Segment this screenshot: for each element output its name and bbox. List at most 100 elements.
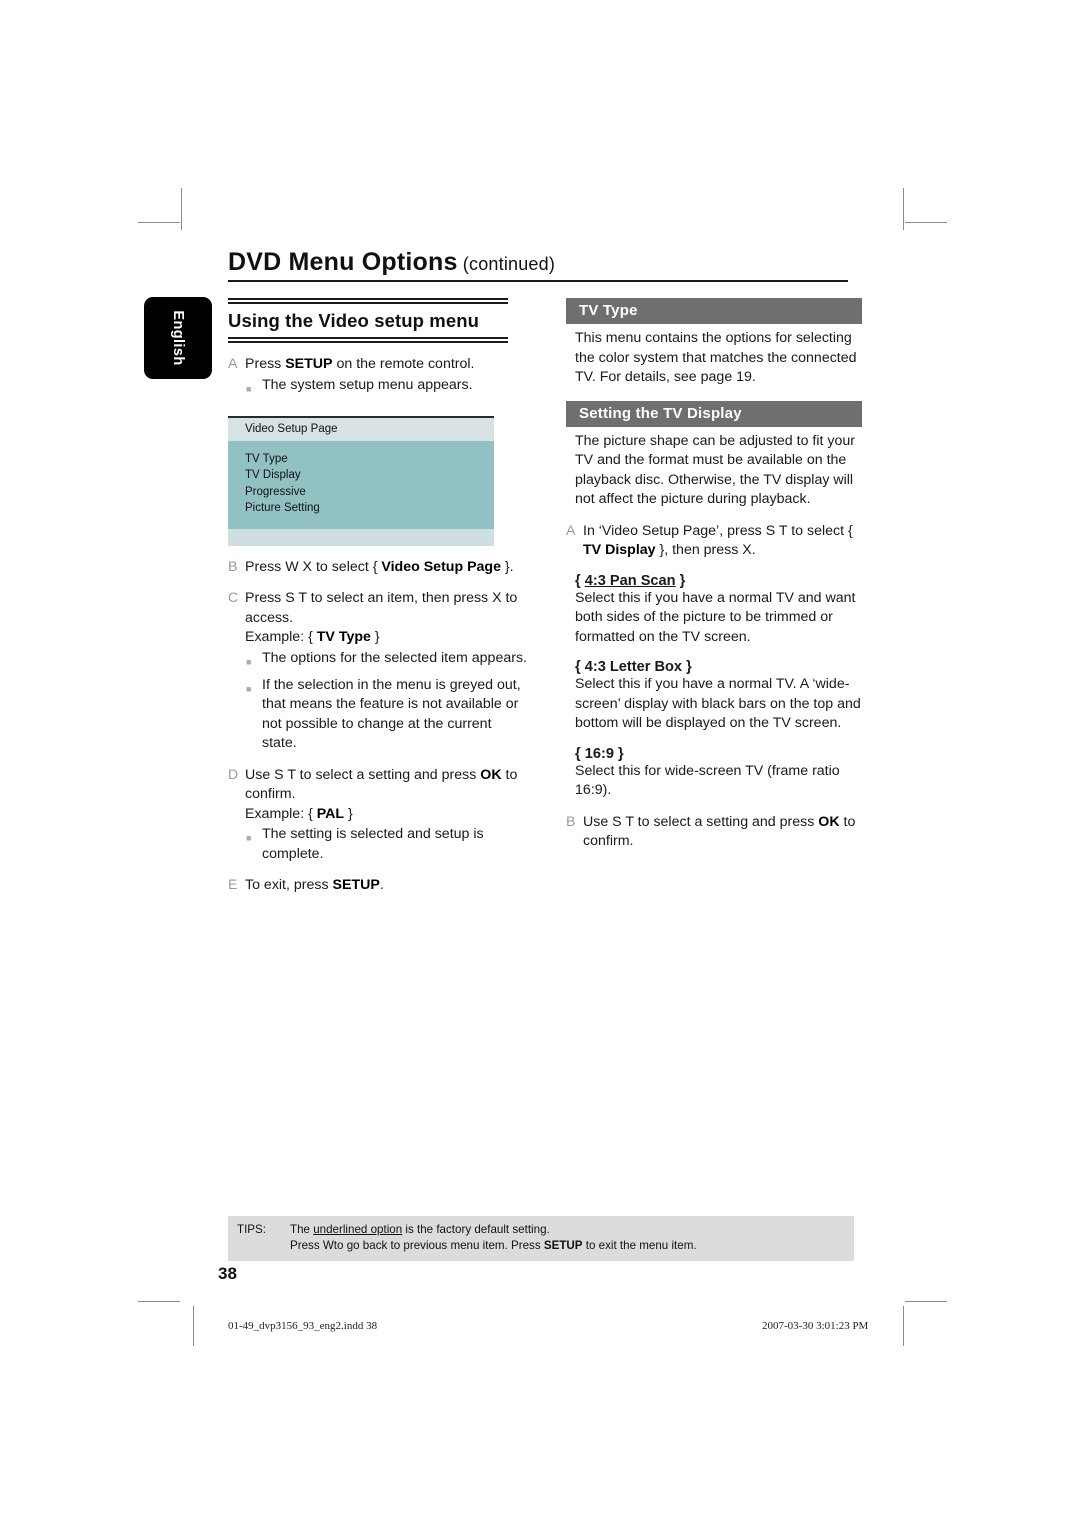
bullet-a-1-text: The system setup menu appears. [262,376,473,393]
tips-box: TIPS: The underlined option is the facto… [228,1216,854,1261]
bullet-c-2-text: If the selection in the menu is greyed o… [262,676,521,752]
tips-row-2: Press Wto go back to previous menu item.… [228,1238,854,1254]
tv-display-step-b-before: Use S T to select a setting and press [583,813,819,830]
tips-line-2-before: Press Wto go back to previous menu item.… [290,1239,544,1252]
step-d-example-bold: PAL [316,805,345,822]
tv-display-step-a: A In ‘Video Setup Page’, press S T to se… [566,522,862,561]
menu-item-tv-type: TV Type [245,452,288,465]
tv-display-step-b-marker: B [566,813,576,830]
video-setup-menu-screenshot: Video Setup Page TV Type TV Display Prog… [228,415,494,546]
crop-mark-bottom-left-horizontal [138,1301,180,1302]
tv-display-step-b-bold: OK [818,813,840,830]
step-a: A Press SETUP on the remote control. [228,355,528,375]
step-e-text-after: . [379,877,384,893]
step-b-text-before: Press W X to select { [245,558,382,575]
step-e-marker: E [228,877,238,893]
left-column: Using the Video setup menu A Press SETUP… [228,298,528,896]
step-a-text-after: on the remote control. [332,356,475,372]
section-bar-tv-type: TV Type [566,298,862,324]
bullet-c-2: ■ If the selection in the menu is greyed… [228,676,528,754]
menu-item-tv-display: TV Display [245,469,301,481]
tips-line-1-after: is the factory default setting. [402,1223,550,1236]
footer-timestamp: 2007-03-30 3:01:23 PM [762,1320,869,1332]
step-d-example-prefix: Example: { [245,805,317,822]
tv-display-step-a-after: }, then press X. [655,542,756,558]
step-d-marker: D [228,766,239,783]
bullet-d-1-text: The setting is selected and setup is com… [262,826,484,862]
step-c-example-bold: TV Type [316,629,371,645]
tv-display-step-a-marker: A [566,522,576,539]
language-tab: English [144,297,212,379]
step-e-text: To exit, press SETUP. [245,876,528,896]
tv-type-paragraph: This menu contains the options for selec… [575,330,857,385]
footer-file-name: 01-49_dvp3156_93_eng2.indd 38 [228,1320,378,1332]
step-a-marker: A [228,356,238,372]
document-page: DVD Menu Options (continued) English Usi… [0,0,1080,1527]
tv-display-step-a-before: In ‘Video Setup Page’, press S T to sele… [583,522,853,539]
section-heading-video-setup: Using the Video setup menu [228,310,480,331]
step-c-body: Press S T to select an item, then press … [245,589,528,648]
step-b-bold: Video Setup Page [381,558,501,575]
option-title-letter-box: { 4:3 Letter Box } [575,659,692,675]
bullet-arrow-icon: ■ [246,656,252,667]
footer-rule-right [903,1306,904,1346]
tv-display-step-b: B Use S T to select a setting and press … [566,813,862,852]
heading-rule-bottom [228,337,508,343]
page-title: DVD Menu Options (continued) [228,248,848,282]
bullet-arrow-icon: ■ [246,683,252,694]
heading-rule-top [228,298,508,304]
page-number: 38 [218,1264,237,1283]
section-heading-block: Using the Video setup menu [228,298,528,343]
bullet-arrow-icon: ■ [246,833,252,843]
step-c-text: Press S T to select an item, then press … [245,590,518,626]
language-tab-label: English [170,310,186,366]
step-d-bold: OK [480,766,502,783]
bullet-a-1: ■ The system setup menu appears. [228,376,528,402]
step-e: E To exit, press SETUP. [228,876,528,896]
tips-line-1: The underlined option is the factory def… [290,1222,854,1238]
step-b: B Press W X to select { Video Setup Page… [228,558,528,578]
tips-line-2: Press Wto go back to previous menu item.… [290,1238,854,1254]
step-d-example: Example: { PAL } [245,805,528,825]
step-e-text-before: To exit, press [245,877,333,893]
crop-mark-bottom-right-horizontal [905,1301,947,1302]
option-name-16-9: 16:9 [584,745,614,762]
step-a-text-before: Press [245,356,286,372]
menu-item-progressive: Progressive [245,485,306,498]
bullet-arrow-icon: ■ [246,383,252,394]
tv-display-paragraph: The picture shape can be adjusted to fit… [575,432,855,508]
tips-label-spacer [228,1238,290,1254]
section-bar-setting-tv-display: Setting the TV Display [566,400,862,427]
bullet-c-1: ■ The options for the selected item appe… [228,649,528,675]
step-c-example: Example: { TV Type } [245,628,528,648]
menu-screenshot-title: Video Setup Page [228,417,494,441]
step-c-example-suffix: } [370,629,380,645]
step-b-text-after: }. [500,558,514,575]
option-name-pan-scan: 4:3 Pan Scan [584,572,676,589]
tips-line-2-bold: SETUP [543,1239,583,1252]
step-a-bold: SETUP [285,356,333,372]
menu-screenshot-body: TV Type TV Display Progressive Picture S… [228,440,494,529]
step-d-example-suffix: } [344,805,353,822]
tv-display-step-a-bold: TV Display [583,542,656,558]
tv-display-step-a-text: In ‘Video Setup Page’, press S T to sele… [583,522,862,561]
menu-screenshot-footer-strip [228,528,494,546]
bullet-c-1-text: The options for the selected item appear… [262,649,527,666]
tips-row-1: TIPS: The underlined option is the facto… [228,1222,854,1238]
tips-label: TIPS: [237,1223,266,1236]
step-c-marker: C [228,590,239,606]
step-e-bold: SETUP [332,877,380,893]
page-title-continued: (continued) [462,254,556,274]
tv-display-step-b-text: Use S T to select a setting and press OK… [583,813,862,852]
crop-mark-top-left-vertical [181,188,182,230]
tips-line-1-underlined: underlined option [313,1223,403,1236]
title-underline [228,280,848,282]
option-name-letter-box: 4:3 Letter Box [584,659,683,675]
crop-mark-top-right-vertical [903,188,904,230]
option-desc-16-9: Select this for wide-screen TV (frame ra… [575,762,840,799]
bullet-d-1: ■ The setting is selected and setup is c… [228,825,528,864]
option-desc-letter-box: Select this if you have a normal TV. A ‘… [575,676,861,731]
step-d-body: Use S T to select a setting and press OK… [245,766,528,825]
step-b-text: Press W X to select { Video Setup Page }… [245,558,528,578]
tips-line-2-after: to exit the menu item. [582,1239,697,1252]
